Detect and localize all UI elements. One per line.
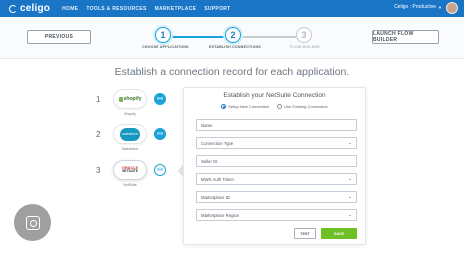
celigo-logo-icon: [9, 4, 17, 13]
nav-link-marketplace[interactable]: MARKETPLACE: [155, 6, 197, 12]
step-2-label: ESTABLISH CONNECTIONS: [209, 45, 261, 49]
link-icon[interactable]: ⚯: [154, 164, 166, 176]
step-connector-done: [170, 36, 225, 38]
app-frame: celigo HOME TOOLS & RESOURCES MARKETPLAC…: [0, 0, 464, 259]
avatar[interactable]: [446, 2, 458, 14]
chevron-down-icon: ⌄: [347, 140, 352, 146]
step-2-indicator[interactable]: 2: [225, 27, 241, 43]
brand-name: celigo: [20, 3, 51, 14]
app-row-salesforce: 2 salesforce Salesforce ⚯: [96, 124, 166, 151]
marketplace-id-select[interactable]: Marketplace ID ⌄: [196, 191, 357, 203]
chevron-down-icon: ▼: [438, 4, 442, 10]
name-field[interactable]: Name: [196, 119, 357, 131]
form-title: Establish your NetSuite Connection: [223, 92, 326, 99]
lens-icon: [25, 215, 40, 230]
page-headline: Establish a connection record for each a…: [114, 66, 350, 78]
connection-mode-radios: Setup New Connection Use Existing Connec…: [184, 104, 365, 109]
app-row-shopify: 1 shopify Shopify ⚯: [96, 89, 166, 116]
step-3-indicator[interactable]: 3: [296, 27, 312, 43]
app-row-netsuite: 3 ORACLE NETSUITE NetSuite ⚯: [96, 160, 166, 187]
radio-button-checked[interactable]: [221, 104, 227, 109]
salesforce-logo: salesforce: [120, 127, 140, 141]
radio-button[interactable]: [277, 104, 283, 109]
test-button[interactable]: TEST: [294, 228, 316, 239]
nav-links: HOME TOOLS & RESOURCES MARKETPLACE SUPPO…: [62, 6, 238, 12]
step-bar: PREVIOUS 1 CHOOSE APPLICATIONS 2 ESTABLI…: [0, 17, 464, 59]
radio-use-existing[interactable]: Use Existing Connection: [277, 104, 328, 109]
nav-link-home[interactable]: HOME: [62, 6, 78, 12]
chevron-down-icon: ⌄: [347, 212, 352, 218]
shopify-logo: shopify: [118, 96, 141, 102]
chevron-down-icon: ⌄: [347, 194, 352, 200]
radio-setup-new[interactable]: Setup New Connection: [221, 104, 269, 109]
top-nav: celigo HOME TOOLS & RESOURCES MARKETPLAC…: [0, 0, 464, 17]
app-tile-salesforce[interactable]: salesforce: [113, 124, 147, 144]
app-caption: NetSuite: [123, 183, 137, 187]
app-caption: Shopify: [124, 112, 136, 116]
mws-auth-token-select[interactable]: MWS Auth Token ⌄: [196, 173, 357, 185]
save-button[interactable]: SAVE: [321, 228, 357, 239]
app-caption: Salesforce: [121, 147, 139, 151]
nav-link-support[interactable]: SUPPORT: [204, 6, 230, 12]
seller-id-field[interactable]: Seller ID: [196, 155, 357, 167]
marketplace-region-select[interactable]: Marketplace Region ⌄: [196, 209, 357, 221]
connection-type-select[interactable]: Connection Type ⌄: [196, 137, 357, 149]
step-1-indicator[interactable]: 1: [155, 27, 171, 43]
account-name: Celigo : Productive: [394, 4, 437, 10]
app-number: 3: [96, 165, 101, 175]
link-icon[interactable]: ⚯: [154, 93, 166, 105]
app-number: 2: [96, 129, 101, 139]
brand-logo[interactable]: celigo: [9, 3, 50, 14]
previous-button[interactable]: PREVIOUS: [27, 30, 91, 44]
link-icon[interactable]: ⚯: [154, 128, 166, 140]
lens-button[interactable]: [14, 204, 51, 241]
step-connector-pending: [241, 36, 296, 38]
launch-flow-builder-button[interactable]: LAUNCH FLOW BUILDER: [372, 30, 439, 44]
chevron-down-icon: ⌄: [347, 176, 352, 182]
connection-form-card: Establish your NetSuite Connection Setup…: [183, 87, 366, 245]
account-menu[interactable]: Celigo : Productive ▼: [394, 4, 442, 10]
shopify-bag-icon: [118, 96, 123, 102]
nav-link-tools[interactable]: TOOLS & RESOURCES: [86, 6, 146, 12]
app-number: 1: [96, 94, 101, 104]
oracle-netsuite-logo: ORACLE NETSUITE: [121, 165, 139, 174]
step-3-label: FLOW BUILDER: [290, 45, 320, 49]
step-1-label: CHOOSE APPLICATIONS: [142, 45, 189, 49]
app-tile-shopify[interactable]: shopify: [113, 89, 147, 109]
app-tile-netsuite[interactable]: ORACLE NETSUITE: [113, 160, 147, 180]
